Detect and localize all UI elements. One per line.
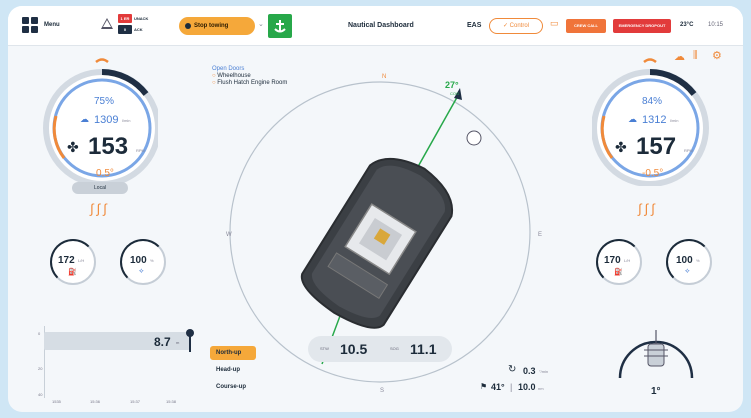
system-label: EAS xyxy=(467,22,482,29)
gear-icon[interactable]: ⚙ xyxy=(712,49,722,62)
right-load-value: 100 xyxy=(676,255,693,266)
rate-of-turn-icon: ↻ xyxy=(508,364,517,375)
distance-unit: nm xyxy=(538,386,544,391)
compass-west-label: W xyxy=(226,232,232,238)
right-flow-value: 1312 xyxy=(642,114,667,126)
fuel-pump-icon-left: ⛽ xyxy=(68,269,77,276)
right-percent: 84% xyxy=(642,96,663,107)
compass-north-label: N xyxy=(382,74,387,80)
alarm-count-ack[interactable]: 0 xyxy=(118,25,132,34)
cloud-icon-left: ☁ xyxy=(80,114,89,124)
temperature: 23°C xyxy=(680,22,694,28)
check-icon: ✓ xyxy=(502,23,510,29)
rot-unit: °/min xyxy=(539,369,549,374)
distance-value: 10.0 xyxy=(518,382,536,392)
warning-icon[interactable] xyxy=(101,18,113,29)
sog-value: 11.1 xyxy=(410,341,437,357)
crew-call-button[interactable]: CREW CALL xyxy=(566,19,606,33)
page-title: Nautical Dashboard xyxy=(348,22,414,29)
sog-label: SOG xyxy=(390,346,399,351)
head-up-button[interactable]: Head-up xyxy=(210,363,256,377)
rudder-indicator xyxy=(618,330,694,379)
left-rpm-unit: RPM xyxy=(136,148,145,153)
stw-label: STW xyxy=(320,346,329,351)
left-rpm: 153 xyxy=(88,133,129,160)
depth-x-tick-3: 15:38 xyxy=(166,399,177,404)
left-fuel-value: 172 xyxy=(58,255,75,266)
depth-x-tick-2: 15:37 xyxy=(130,399,141,404)
stw-value: 10.5 xyxy=(340,341,368,357)
left-angle: 0.5° xyxy=(96,168,114,179)
message-icon[interactable]: ▭ xyxy=(550,18,559,29)
control-button[interactable]: ✓ Control xyxy=(489,18,543,34)
right-fuel-unit: L/H xyxy=(624,258,631,263)
rudder-icon xyxy=(647,343,665,367)
open-doors-title: Open Doors xyxy=(212,66,245,72)
depth-value: 8.7 xyxy=(154,335,171,349)
stop-dot-icon xyxy=(185,23,191,29)
left-percent: 75% xyxy=(94,96,115,107)
right-gauge-caret xyxy=(643,58,657,64)
depth-unit: m xyxy=(176,340,180,345)
dashboard-frame: Menu 1 ER UNACK 0 ACK Stop towing ⌄ Naut… xyxy=(8,6,743,412)
propeller-icon-left: ✤ xyxy=(67,139,79,155)
left-mode-badge[interactable]: Local xyxy=(72,182,128,194)
rudder-angle: 1° xyxy=(651,386,661,397)
waypoint-flag-icon[interactable] xyxy=(466,130,482,146)
menu-icon[interactable] xyxy=(22,17,38,33)
propeller-icon-right: ✤ xyxy=(615,139,627,155)
heading-value: 27° xyxy=(445,80,459,90)
depth-y-tick-0: 0 xyxy=(38,331,41,336)
left-flow-unit: l/min xyxy=(122,118,131,123)
right-angle: -0.5° xyxy=(642,168,664,179)
stop-towing-label: Stop towing xyxy=(194,23,229,29)
depth-x-tick-0: 1535 xyxy=(52,399,61,404)
course-up-button[interactable]: Course-up xyxy=(210,380,256,394)
right-rpm: 157 xyxy=(636,133,677,160)
left-flow-value: 1309 xyxy=(94,114,119,126)
right-rpm-unit: RPM xyxy=(684,148,693,153)
speed-readout: STW 10.5 SOG 11.1 xyxy=(308,336,452,362)
right-fuel-value: 170 xyxy=(604,255,621,266)
alarm-count-unack[interactable]: 1 ER xyxy=(118,14,132,23)
left-load-value: 100 xyxy=(130,255,147,266)
stop-towing-button[interactable]: Stop towing xyxy=(179,17,255,35)
anchor-icon xyxy=(274,20,286,33)
left-heat-icon: ∫∫∫ xyxy=(90,201,110,216)
bearing-value: 41° xyxy=(491,382,505,392)
left-gauge-caret xyxy=(95,58,109,64)
load-icon-left: ⟡ xyxy=(139,268,144,275)
north-up-button[interactable]: North-up xyxy=(210,346,256,360)
cloud-icon-right: ☁ xyxy=(628,114,637,124)
clock: 10:15 xyxy=(708,22,724,28)
depth-y-tick-2: 40 xyxy=(38,392,43,397)
vessel-icon[interactable] xyxy=(294,143,465,338)
right-heat-icon: ∫∫∫ xyxy=(638,201,658,216)
alarm-tag-unack: UNACK xyxy=(134,16,149,21)
load-icon-right: ⟡ xyxy=(685,268,690,275)
rot-value: 0.3 xyxy=(523,366,536,376)
depth-x-tick-1: 15:36 xyxy=(90,399,101,404)
depth-y-tick-1: 20 xyxy=(38,366,43,371)
towing-mode-button[interactable] xyxy=(268,14,292,38)
left-load-unit: % xyxy=(150,258,154,263)
depth-chart: 8.7 m 0 20 40 1535 15:36 15:37 15:38 xyxy=(38,326,198,404)
heading-sub: COG xyxy=(450,91,460,96)
emergency-dropout-button[interactable]: EMERGENCY DROPOUT xyxy=(613,19,671,33)
top-bar: Menu 1 ER UNACK 0 ACK Stop towing ⌄ Naut… xyxy=(8,6,743,46)
flag-icon: ⚑ xyxy=(480,382,488,391)
menu-label[interactable]: Menu xyxy=(44,22,60,28)
alarm-tag-ack: ACK xyxy=(134,27,143,32)
right-load-unit: % xyxy=(696,258,700,263)
right-flow-unit: l/min xyxy=(670,118,679,123)
compass-east-label: E xyxy=(538,232,543,238)
control-label: Control xyxy=(509,23,530,29)
separator: | xyxy=(510,382,513,392)
fuel-pump-icon-right: ⛽ xyxy=(614,269,623,276)
left-fuel-unit: L/H xyxy=(78,258,85,263)
chevron-down-icon[interactable]: ⌄ xyxy=(258,20,264,28)
depth-marker-handle[interactable] xyxy=(186,329,194,337)
compass-south-label: S xyxy=(380,388,385,394)
